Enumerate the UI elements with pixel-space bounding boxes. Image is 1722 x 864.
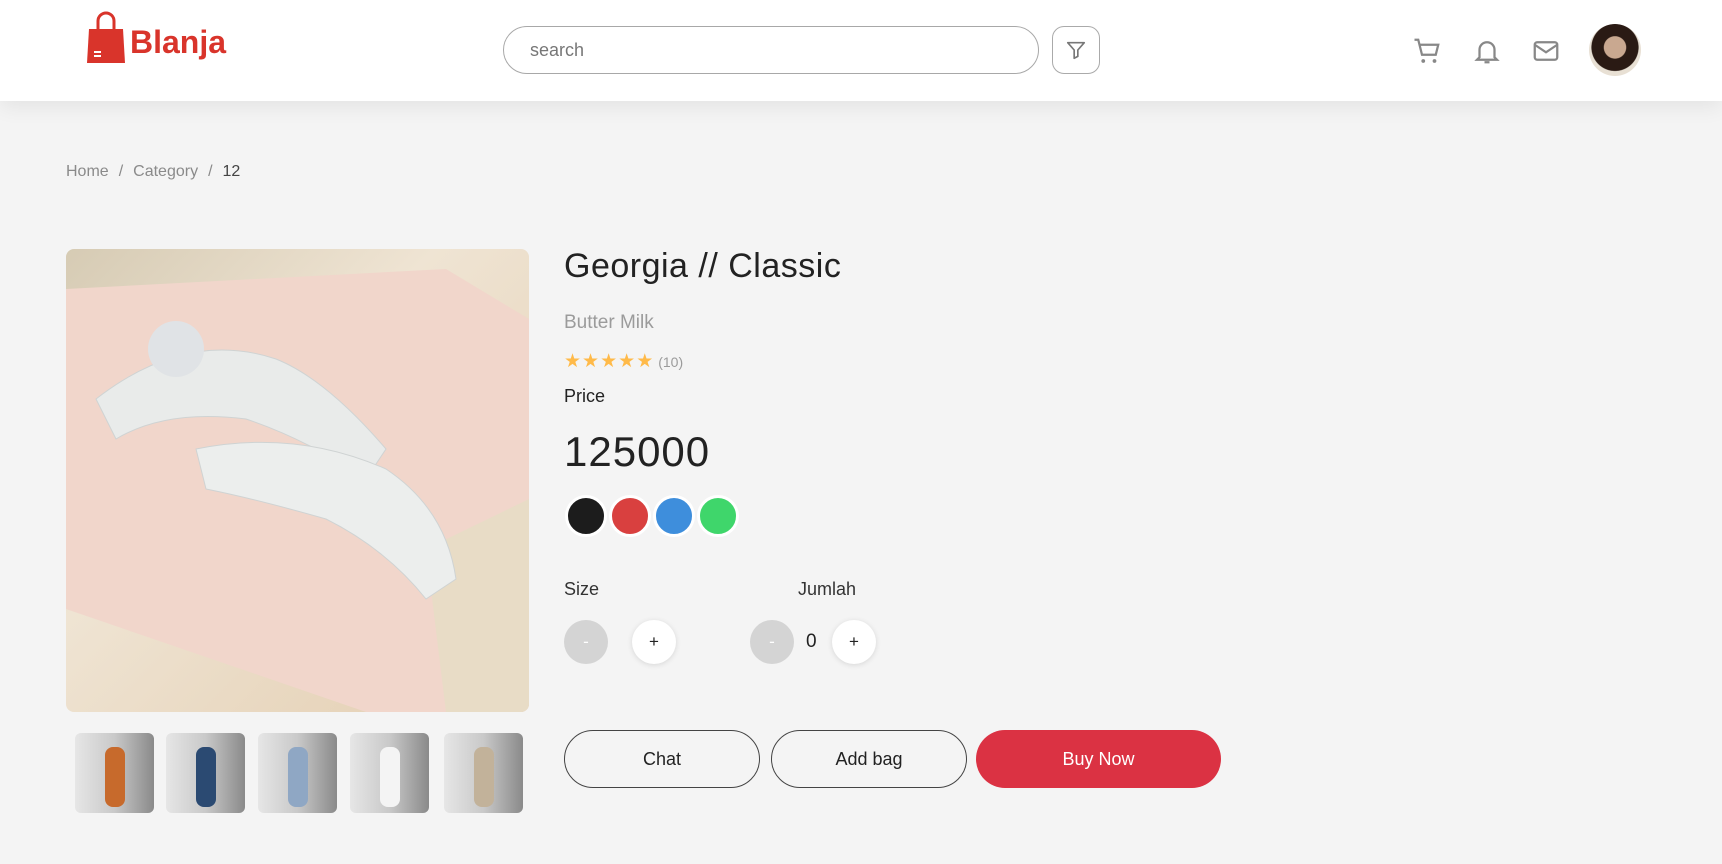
- product-photo: [66, 269, 529, 712]
- breadcrumb: Home / Category / 12: [66, 163, 240, 181]
- breadcrumb-separator: /: [118, 163, 124, 180]
- quantity-increase-button[interactable]: +: [832, 620, 876, 664]
- color-swatch-green[interactable]: [697, 495, 739, 537]
- color-swatch-black[interactable]: [565, 495, 607, 537]
- color-swatch-red[interactable]: [609, 495, 651, 537]
- breadcrumb-home[interactable]: Home: [66, 163, 109, 181]
- thumbnail[interactable]: [350, 733, 429, 813]
- review-count: (10): [658, 353, 684, 370]
- size-label: Size: [564, 579, 600, 599]
- color-swatch-blue[interactable]: [653, 495, 695, 537]
- star-icon: ★: [636, 351, 654, 372]
- header: Blanja: [0, 0, 1722, 101]
- breadcrumb-separator: /: [208, 163, 213, 180]
- star-icon: ★: [564, 351, 582, 372]
- shopping-bag-icon: [87, 11, 125, 63]
- thumbnail[interactable]: [444, 733, 523, 813]
- add-bag-button[interactable]: Add bag: [771, 730, 967, 788]
- filter-icon: [1066, 41, 1086, 60]
- breadcrumb-category[interactable]: Category: [133, 163, 198, 181]
- product-brand: Butter Milk: [564, 312, 654, 333]
- star-icon: ★: [600, 351, 618, 372]
- price-label: Price: [564, 386, 606, 406]
- cart-icon[interactable]: [1412, 36, 1442, 66]
- logo-text: Blanja: [130, 24, 227, 60]
- quantity-value: 0: [806, 631, 817, 652]
- star-icon: ★: [618, 351, 636, 372]
- quantity-label: Jumlah: [798, 579, 857, 599]
- rating: ★ ★ ★ ★ ★ (10): [564, 350, 683, 373]
- mail-icon[interactable]: [1531, 36, 1561, 66]
- buy-now-button[interactable]: Buy Now: [976, 730, 1221, 788]
- logo[interactable]: Blanja: [86, 11, 226, 66]
- filter-button[interactable]: [1052, 26, 1100, 74]
- thumbnail[interactable]: [166, 733, 245, 813]
- avatar[interactable]: [1589, 24, 1641, 76]
- search-input[interactable]: [503, 26, 1039, 74]
- bell-icon[interactable]: [1472, 36, 1502, 66]
- star-icon: ★: [582, 351, 600, 372]
- price: 125000: [564, 428, 711, 475]
- product-main-image: [66, 249, 529, 712]
- product-title: Georgia // Classic: [564, 247, 842, 285]
- breadcrumb-current: 12: [222, 163, 241, 180]
- thumbnail[interactable]: [75, 733, 154, 813]
- chat-button[interactable]: Chat: [564, 730, 760, 788]
- size-decrease-button[interactable]: -: [564, 620, 608, 664]
- thumbnail[interactable]: [258, 733, 337, 813]
- quantity-decrease-button[interactable]: -: [750, 620, 794, 664]
- size-increase-button[interactable]: +: [632, 620, 676, 664]
